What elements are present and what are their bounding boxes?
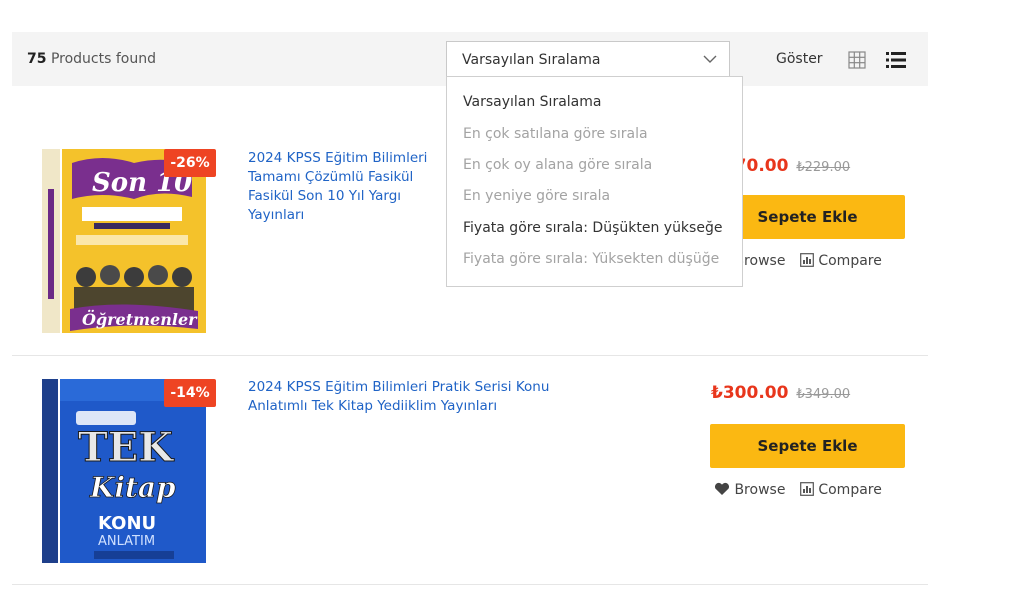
discount-badge: -26% (164, 149, 216, 177)
heart-icon (714, 482, 730, 495)
product-title-link[interactable]: 2024 KPSS Eğitim Bilimleri Pratik Serisi… (248, 378, 598, 416)
sort-select-value: Varsayılan Sıralama (462, 52, 601, 68)
browse-button[interactable]: Browse (714, 482, 790, 498)
products-count: 75 (27, 51, 47, 67)
browse-label: Browse (734, 482, 786, 498)
product-price: ₺300.00 ₺349.00 (711, 383, 850, 403)
products-found-text: 75 Products found (27, 51, 156, 67)
product-actions: Browse Compare (714, 482, 882, 498)
sort-option-rating[interactable]: En çok oy alana göre sırala (463, 157, 652, 173)
compare-icon (799, 253, 814, 267)
current-price: ₺300.00 (711, 383, 789, 403)
svg-text:KONU: KONU (98, 513, 156, 534)
compare-label: Compare (818, 253, 882, 269)
grid-icon[interactable] (848, 51, 866, 69)
compare-button[interactable]: Compare (799, 253, 882, 269)
old-price: ₺349.00 (796, 387, 851, 402)
svg-text:Öğretmenler: Öğretmenler (82, 309, 198, 329)
sort-option-newest[interactable]: En yeniye göre sırala (463, 188, 610, 204)
sort-select[interactable]: Varsayılan Sıralama (446, 41, 730, 77)
sort-option-price-desc[interactable]: Fiyata göre sırala: Yüksekten düşüğe (463, 251, 719, 267)
products-found-label: Products found (50, 51, 156, 67)
compare-icon (799, 482, 814, 496)
old-price: ₺229.00 (796, 160, 851, 175)
svg-text:Kitap: Kitap (89, 471, 176, 504)
sort-option-price-asc[interactable]: Fiyata göre sırala: Düşükten yükseğe (463, 220, 722, 236)
compare-label: Compare (818, 482, 882, 498)
sort-option-default[interactable]: Varsayılan Sıralama (463, 94, 601, 110)
svg-text:TEK: TEK (78, 424, 174, 471)
discount-badge: -14% (164, 379, 216, 407)
sort-dropdown: Varsayılan Sıralama En çok satılana göre… (446, 76, 743, 287)
sort-option-bestselling[interactable]: En çok satılana göre sırala (463, 126, 648, 142)
compare-button[interactable]: Compare (799, 482, 882, 498)
show-label: Göster (776, 51, 823, 67)
add-to-cart-button[interactable]: Sepete Ekle (710, 424, 905, 468)
product-title-link[interactable]: 2024 KPSS Eğitim Bilimleri Tamamı Çözüml… (248, 149, 448, 225)
list-icon[interactable] (886, 51, 906, 69)
svg-text:ANLATIM: ANLATIM (98, 534, 155, 549)
chevron-down-icon (703, 55, 717, 63)
product-item: TEK Kitap KONU ANLATIM -14% 2024 KPSS Eğ… (12, 356, 928, 585)
